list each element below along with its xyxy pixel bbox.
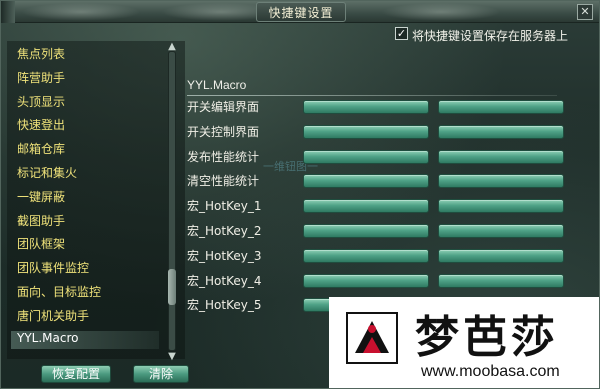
scroll-down-arrow[interactable]: ▼ xyxy=(165,351,179,363)
hotkey-row-label: 宏_HotKey_5 xyxy=(187,298,262,313)
secondary-hotkey-button[interactable] xyxy=(438,273,564,288)
hotkey-settings-window: 快捷键设置 ✕ ✓ 将快捷键设置保存在服务器上 焦点列表阵营助手头顶显示快速登出… xyxy=(0,0,600,389)
secondary-hotkey-button[interactable] xyxy=(438,174,564,189)
plugin-list-item[interactable]: 团队事件监控 xyxy=(17,259,89,277)
scrollbar-thumb[interactable] xyxy=(168,269,176,305)
scrollbar-track[interactable] xyxy=(168,51,176,351)
plugin-list-item[interactable]: 唐门机关助手 xyxy=(17,307,89,325)
primary-hotkey-button[interactable] xyxy=(303,224,429,238)
primary-hotkey-button[interactable] xyxy=(303,248,429,263)
primary-hotkey-button[interactable] xyxy=(303,199,429,214)
hotkey-row-label: 宏_HotKey_3 xyxy=(187,248,262,263)
primary-hotkey-button[interactable] xyxy=(303,273,429,288)
hotkey-row-label: 开关控制界面 xyxy=(187,124,260,139)
primary-hotkey-button[interactable] xyxy=(303,100,429,114)
moobasa-logo-icon xyxy=(346,312,398,364)
plugin-list-item[interactable]: 面向、目标监控 xyxy=(17,283,101,301)
plugin-list-item[interactable]: 截图助手 xyxy=(17,212,65,230)
hotkey-row-label: 宏_HotKey_4 xyxy=(187,273,262,288)
secondary-hotkey-button[interactable] xyxy=(438,199,564,214)
title-bar[interactable]: 快捷键设置 ✕ xyxy=(1,1,599,23)
plugin-list-item[interactable]: 头顶显示 xyxy=(17,93,65,111)
save-to-server-label: 将快捷键设置保存在服务器上 xyxy=(412,29,569,43)
hotkey-row-label: 宏_HotKey_2 xyxy=(187,224,262,238)
check-icon: ✓ xyxy=(396,27,407,40)
section-divider xyxy=(187,95,557,96)
clear-button[interactable]: 清除 xyxy=(133,365,189,383)
primary-hotkey-button[interactable] xyxy=(303,149,429,164)
close-icon: ✕ xyxy=(580,5,590,18)
watermark: 梦芭莎 www.moobasa.com xyxy=(329,297,599,388)
hotkey-row-label: 开关编辑界面 xyxy=(187,100,260,114)
watermark-brand: 梦芭莎 xyxy=(415,312,559,363)
window-title: 快捷键设置 xyxy=(268,6,334,20)
watermark-url: www.moobasa.com xyxy=(421,363,560,380)
save-to-server-checkbox[interactable]: ✓ xyxy=(395,27,408,40)
plugin-list-item[interactable]: 团队框架 xyxy=(17,235,65,253)
plugin-list-item[interactable]: 一键屏蔽 xyxy=(17,188,65,206)
plugin-list-item[interactable]: 阵营助手 xyxy=(17,69,65,87)
restore-config-button[interactable]: 恢复配置 xyxy=(41,365,111,383)
plugin-list-item[interactable]: 邮箱仓库 xyxy=(17,140,65,158)
hotkey-row-label: 宏_HotKey_1 xyxy=(187,199,262,214)
secondary-hotkey-button[interactable] xyxy=(438,224,564,238)
hotkey-row-label: 清空性能统计 xyxy=(187,174,260,189)
hotkey-row-label: 发布性能统计 xyxy=(187,149,260,164)
secondary-hotkey-button[interactable] xyxy=(438,124,564,139)
primary-hotkey-button[interactable] xyxy=(303,124,429,139)
plugin-list-item[interactable]: 快速登出 xyxy=(17,116,65,134)
secondary-hotkey-button[interactable] xyxy=(438,100,564,114)
secondary-hotkey-button[interactable] xyxy=(438,149,564,164)
plugin-list-item[interactable]: 标记和集火 xyxy=(17,164,77,182)
section-title: YYL.Macro xyxy=(187,78,247,92)
plugin-list-item[interactable]: 焦点列表 xyxy=(17,45,65,63)
primary-hotkey-button[interactable] xyxy=(303,174,429,189)
secondary-hotkey-button[interactable] xyxy=(438,248,564,263)
plugin-list-item[interactable]: YYL.Macro xyxy=(11,330,159,349)
close-button[interactable]: ✕ xyxy=(577,4,593,20)
